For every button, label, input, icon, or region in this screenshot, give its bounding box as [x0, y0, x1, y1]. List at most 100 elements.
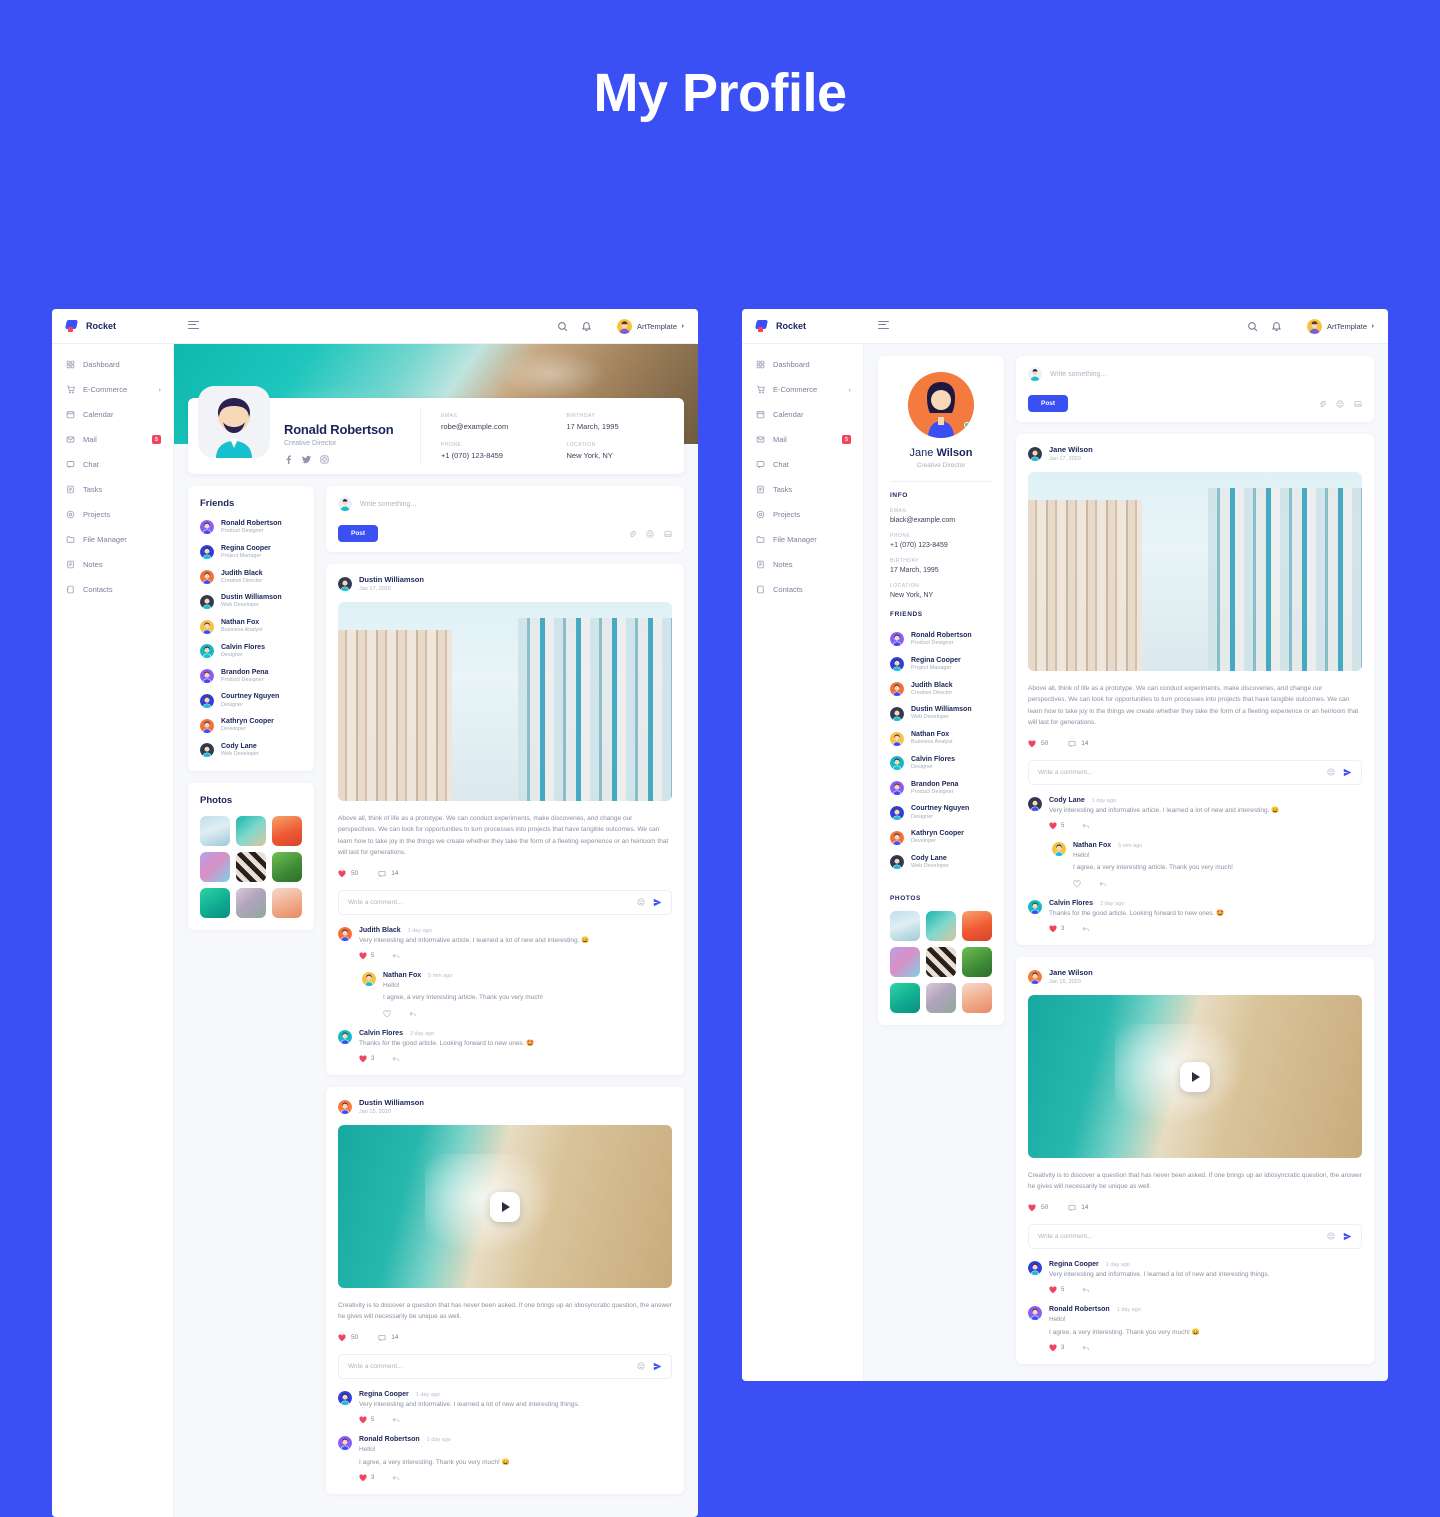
sidebar-item-mail[interactable]: Mail 5: [52, 427, 173, 452]
list-item[interactable]: Kathryn Cooper Developer: [878, 825, 1004, 850]
bell-icon[interactable]: [1271, 321, 1282, 332]
reply-button[interactable]: [392, 1416, 400, 1424]
twitter-icon[interactable]: [302, 455, 311, 464]
reply-button[interactable]: [409, 1010, 417, 1018]
texture-photo[interactable]: [236, 887, 266, 918]
list-item[interactable]: Calvin Flores Designer: [878, 751, 1004, 776]
like-button[interactable]: 3: [1049, 1344, 1064, 1352]
comment-input[interactable]: Write a comment...: [348, 899, 629, 906]
abstract-photo[interactable]: [200, 851, 230, 882]
list-item[interactable]: Brandon Pena Product Designer: [878, 776, 1004, 801]
sidebar-item-contacts[interactable]: Contacts: [742, 577, 863, 602]
like-button[interactable]: 5: [359, 1416, 374, 1424]
sidebar-item-contacts[interactable]: Contacts: [52, 577, 173, 602]
list-item[interactable]: Nathan Fox Business Analyst: [188, 614, 314, 639]
comment-stat[interactable]: 14: [378, 1334, 398, 1342]
post-button[interactable]: Post: [1028, 395, 1069, 412]
sidebar-item-file-manager[interactable]: File Manager: [52, 527, 173, 552]
search-icon[interactable]: [557, 321, 568, 332]
reply-button[interactable]: [1099, 880, 1107, 888]
like-button[interactable]: 3: [359, 1474, 374, 1482]
list-item[interactable]: Dustin Williamson Web Developer: [188, 589, 314, 614]
list-item[interactable]: Ronald Robertson Product Designer: [188, 515, 314, 540]
send-icon[interactable]: [1343, 768, 1352, 777]
sidebar-item-e-commerce[interactable]: E-Commerce: [52, 377, 173, 402]
pattern-photo[interactable]: [236, 851, 266, 882]
emoji-icon[interactable]: [646, 529, 654, 538]
gradient-photo[interactable]: [200, 887, 230, 918]
post-video[interactable]: [338, 1125, 672, 1289]
comment-input[interactable]: Write a comment...: [1038, 1233, 1319, 1240]
desert-photo[interactable]: [272, 887, 302, 918]
city-photo[interactable]: [200, 815, 230, 846]
wave-photo[interactable]: [926, 910, 956, 941]
like-stat[interactable]: 50: [1028, 739, 1048, 748]
sidebar-item-notes[interactable]: Notes: [742, 552, 863, 577]
send-icon[interactable]: [653, 898, 662, 907]
reply-button[interactable]: [392, 1055, 400, 1063]
emoji-icon[interactable]: [637, 898, 645, 906]
list-item[interactable]: Judith Black Creative Director: [878, 677, 1004, 702]
like-button[interactable]: 3: [359, 1055, 374, 1063]
comment-input-box[interactable]: Write a comment...: [338, 889, 672, 915]
brand[interactable]: Rocket: [742, 309, 864, 344]
reply-button[interactable]: [1082, 822, 1090, 830]
like-button[interactable]: [1073, 879, 1081, 888]
like-stat[interactable]: 50: [1028, 1204, 1048, 1212]
search-icon[interactable]: [1247, 321, 1258, 332]
play-button[interactable]: [1180, 1061, 1210, 1092]
list-item[interactable]: Dustin Williamson Web Developer: [878, 701, 1004, 726]
list-item[interactable]: Brandon Pena Product Designer: [188, 664, 314, 689]
list-item[interactable]: Regina Cooper Project Manager: [878, 652, 1004, 677]
list-item[interactable]: Kathryn Cooper Developer: [188, 713, 314, 738]
desert-photo[interactable]: [962, 982, 992, 1013]
list-item[interactable]: Ronald Robertson Product Designer: [878, 627, 1004, 652]
user-menu[interactable]: ArtTemplate: [1306, 318, 1374, 334]
sidebar-item-projects[interactable]: Projects: [52, 502, 173, 527]
reply-button[interactable]: [1082, 925, 1090, 933]
list-item[interactable]: Courtney Nguyen Designer: [878, 800, 1004, 825]
comment-input[interactable]: Write a comment...: [348, 1363, 629, 1370]
list-item[interactable]: Calvin Flores Designer: [188, 639, 314, 664]
like-stat[interactable]: 50: [338, 869, 358, 878]
emoji-icon[interactable]: [637, 1362, 645, 1370]
like-button[interactable]: 5: [1049, 822, 1064, 830]
comment-stat[interactable]: 14: [1068, 740, 1088, 748]
sidebar-item-e-commerce[interactable]: E-Commerce: [742, 377, 863, 402]
like-button[interactable]: 5: [1049, 1286, 1064, 1294]
composer-input[interactable]: Write something...: [1050, 371, 1362, 378]
emoji-icon[interactable]: [1327, 768, 1335, 776]
brand[interactable]: Rocket: [52, 309, 174, 344]
attach-icon[interactable]: [1318, 400, 1326, 408]
post-button[interactable]: Post: [338, 525, 379, 542]
leaf-photo[interactable]: [272, 851, 302, 882]
sidebar-item-chat[interactable]: Chat: [742, 452, 863, 477]
instagram-icon[interactable]: [320, 455, 329, 464]
list-item[interactable]: Regina Cooper Project Manager: [188, 540, 314, 565]
user-menu[interactable]: ArtTemplate: [616, 318, 684, 334]
send-icon[interactable]: [653, 1362, 662, 1371]
sidebar-item-tasks[interactable]: Tasks: [742, 477, 863, 502]
sidebar-item-notes[interactable]: Notes: [52, 552, 173, 577]
like-button[interactable]: 3: [1049, 925, 1064, 933]
comment-input-box[interactable]: Write a comment...: [338, 1353, 672, 1379]
sidebar-item-dashboard[interactable]: Dashboard: [52, 352, 173, 377]
sidebar-item-file-manager[interactable]: File Manager: [742, 527, 863, 552]
pattern-photo[interactable]: [926, 946, 956, 977]
leaf-photo[interactable]: [962, 946, 992, 977]
sidebar-item-projects[interactable]: Projects: [742, 502, 863, 527]
facebook-icon[interactable]: [284, 455, 293, 464]
comment-stat[interactable]: 14: [378, 870, 398, 878]
like-button[interactable]: [383, 1009, 391, 1018]
city-photo[interactable]: [890, 910, 920, 941]
sidebar-item-tasks[interactable]: Tasks: [52, 477, 173, 502]
reply-button[interactable]: [392, 952, 400, 960]
comment-input-box[interactable]: Write a comment...: [1028, 1223, 1362, 1249]
image-icon[interactable]: [664, 530, 672, 538]
list-item[interactable]: Judith Black Creative Director: [188, 565, 314, 590]
emoji-icon[interactable]: [1327, 1232, 1335, 1240]
reply-button[interactable]: [1082, 1344, 1090, 1352]
mountain-photo[interactable]: [272, 815, 302, 846]
texture-photo[interactable]: [926, 982, 956, 1013]
sidebar-item-calendar[interactable]: Calendar: [742, 402, 863, 427]
